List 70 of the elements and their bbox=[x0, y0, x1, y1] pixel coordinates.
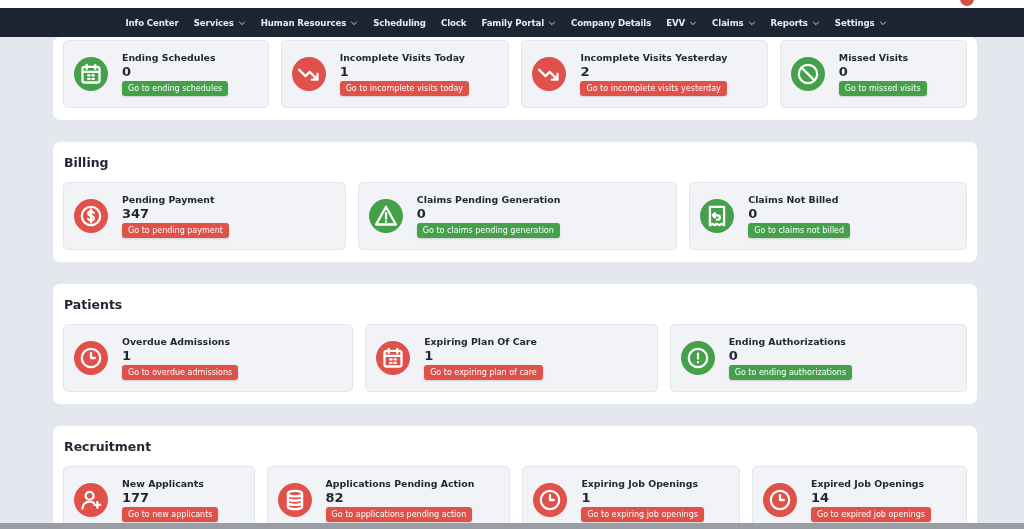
clock-icon bbox=[74, 341, 108, 375]
go-to-button[interactable]: Go to new applicants bbox=[122, 507, 219, 522]
card-count: 82 bbox=[325, 490, 344, 505]
card-count: 177 bbox=[122, 490, 150, 505]
card-count: 1 bbox=[581, 490, 591, 505]
warning-icon bbox=[368, 199, 403, 233]
card-count: 347 bbox=[122, 206, 150, 221]
card-title: Expired Job Openings bbox=[811, 478, 925, 489]
nav-link[interactable]: Company Details bbox=[571, 17, 652, 28]
go-to-button[interactable]: Go to incomplete visits yesterday bbox=[580, 81, 727, 96]
card-title: Overdue Admissions bbox=[122, 336, 231, 347]
go-to-button[interactable]: Go to incomplete visits today bbox=[339, 81, 469, 96]
dollar-icon bbox=[74, 199, 108, 233]
section-title: Patients bbox=[64, 297, 124, 312]
go-to-button[interactable]: Go to expiring plan of care bbox=[424, 365, 543, 380]
clock-icon bbox=[763, 483, 797, 517]
card-title: Ending Authorizations bbox=[728, 336, 846, 347]
card-count: 2 bbox=[580, 64, 590, 79]
receipt-icon bbox=[700, 199, 735, 233]
nav-link[interactable]: EVV bbox=[666, 17, 698, 28]
nav-link[interactable]: Info Center bbox=[125, 17, 179, 28]
calendar-icon bbox=[74, 57, 108, 91]
go-to-button[interactable]: Go to overdue admissions bbox=[122, 365, 239, 380]
nav-link[interactable]: Reports bbox=[770, 17, 820, 28]
card-title: Claims Not Billed bbox=[748, 194, 839, 205]
card-title: New Applicants bbox=[122, 478, 204, 489]
nav-link[interactable]: Claims bbox=[712, 17, 756, 28]
card-title: Incomplete Visits Today bbox=[339, 52, 465, 63]
go-to-button[interactable]: Go to claims pending generation bbox=[416, 223, 560, 238]
card-count: 14 bbox=[811, 490, 830, 505]
section-title: Billing bbox=[64, 155, 110, 170]
clock-icon bbox=[533, 483, 568, 517]
trend-down-icon bbox=[532, 57, 567, 91]
go-to-button[interactable]: Go to expired job openings bbox=[811, 507, 931, 522]
go-to-button[interactable]: Go to claims not billed bbox=[748, 223, 851, 238]
go-to-button[interactable]: Go to pending payment bbox=[122, 223, 229, 238]
card-count: 0 bbox=[748, 206, 758, 221]
nav-link[interactable]: Scheduling bbox=[373, 17, 426, 28]
go-to-button[interactable]: Go to applications pending action bbox=[325, 507, 473, 522]
card-count: 0 bbox=[416, 206, 426, 221]
card-title: Pending Payment bbox=[122, 194, 215, 205]
nav-link[interactable]: Services bbox=[193, 17, 246, 28]
prohibited-icon bbox=[790, 57, 825, 91]
calendar-icon bbox=[376, 341, 411, 375]
card-count: 1 bbox=[122, 348, 132, 363]
nav-link[interactable]: Clock bbox=[440, 17, 467, 28]
go-to-button[interactable]: Go to expiring job openings bbox=[581, 507, 704, 522]
card-title: Incomplete Visits Yesterday bbox=[580, 52, 728, 63]
nav-link[interactable]: Human Resources bbox=[260, 17, 359, 28]
nav-link[interactable]: Settings bbox=[834, 17, 887, 28]
card-title: Expiring Job Openings bbox=[581, 478, 699, 489]
go-to-button[interactable]: Go to ending schedules bbox=[122, 81, 229, 96]
card-title: Missed Visits bbox=[838, 52, 909, 63]
card-count: 1 bbox=[424, 348, 434, 363]
card-count: 0 bbox=[122, 64, 132, 79]
nav-link[interactable]: Family Portal bbox=[481, 17, 556, 28]
card-title: Ending Schedules bbox=[122, 52, 216, 63]
user-plus-icon bbox=[74, 483, 108, 517]
card-count: 1 bbox=[339, 64, 349, 79]
section-title: Recruitment bbox=[64, 439, 153, 454]
alert-icon bbox=[680, 341, 715, 375]
card-count: 0 bbox=[838, 64, 848, 79]
card-title: Claims Pending Generation bbox=[416, 194, 561, 205]
card-title: Applications Pending Action bbox=[325, 478, 475, 489]
go-to-button[interactable]: Go to ending authorizations bbox=[728, 365, 853, 380]
database-icon bbox=[277, 483, 312, 517]
card-count: 0 bbox=[728, 348, 738, 363]
go-to-button[interactable]: Go to missed visits bbox=[838, 81, 927, 96]
card-title: Expiring Plan Of Care bbox=[424, 336, 537, 347]
trend-down-icon bbox=[291, 57, 326, 91]
